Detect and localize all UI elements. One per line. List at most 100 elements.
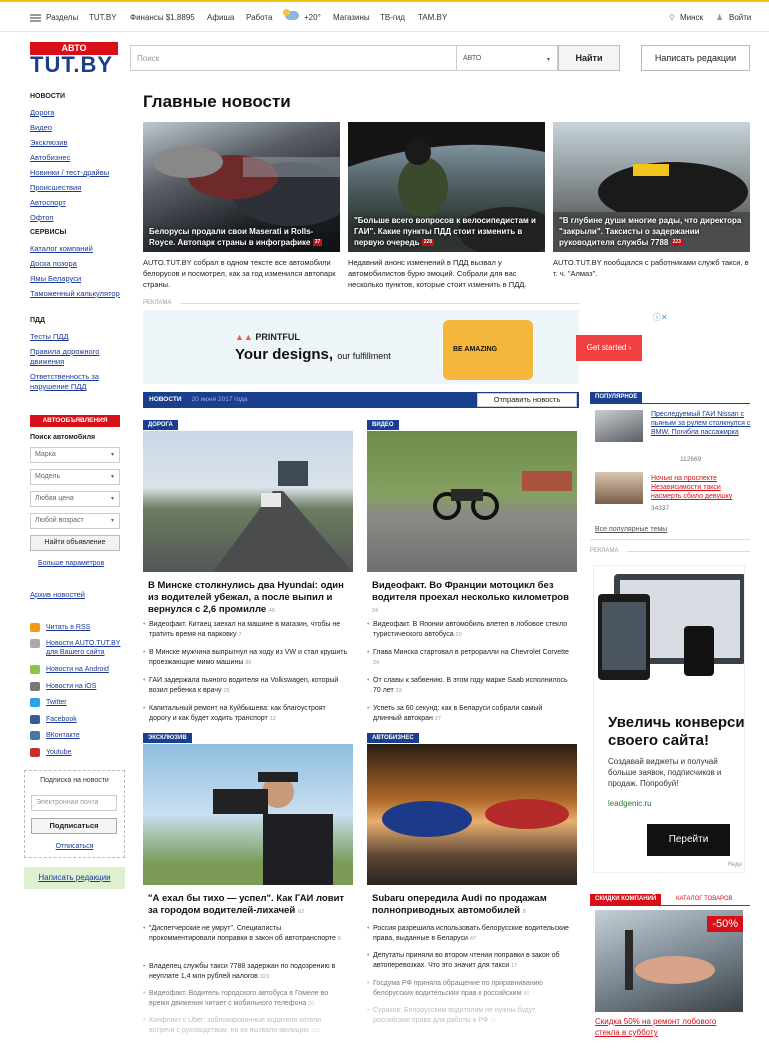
sidebar-item-offtop[interactable]: Офтоп [30,213,125,223]
list-item[interactable]: "Диспетчерские не умрут". Специалисты пр… [143,924,348,944]
ios-link[interactable]: Новости на iOS [30,682,126,691]
sidebar-item-motorsport[interactable]: Автоспорт [30,198,125,208]
sidebar-item-incidents[interactable]: Происшествия [30,183,125,193]
list-item[interactable]: Капитальный ремонт на Куйбышева: как бла… [143,704,348,724]
sidebar-item-autobusiness[interactable]: Автобизнес [30,153,125,163]
topbar-finance-link[interactable]: Финансы $1.8895 [130,13,195,22]
list-item[interactable]: Глава Минска стартовал в ретроралли на C… [367,648,572,668]
facebook-link[interactable]: Facebook [30,715,126,724]
topbar-sections-link[interactable]: Разделы [46,13,78,22]
rss-link[interactable]: Читать в RSS [30,623,126,632]
more-params-link[interactable]: Больше параметров [38,559,133,569]
write-editors-link[interactable]: Написать редакции [24,867,125,889]
list-item[interactable]: Владелец службы такси 7788 задержан по п… [143,962,348,982]
price-select[interactable]: Любая цена ▾ [30,491,120,507]
section-tag-video[interactable]: ВИДЕО [367,420,399,430]
sidebar-item-video[interactable]: Видео [30,123,125,133]
topbar-tutby-link[interactable]: TUT.BY [89,13,117,22]
sidebar-item-exclusive[interactable]: Эксклюзив [30,138,125,148]
topbar-tam-link[interactable]: TAM.BY [418,13,447,22]
section-road-image[interactable] [143,431,353,572]
widget-link[interactable]: Новости AUTO.TUT.BY для Вашего сайта [30,639,126,657]
section-road-title[interactable]: В Минске столкнулись два Hyundai: один и… [148,580,353,617]
section-tag-autobusiness[interactable]: АВТОБИЗНЕС [367,733,419,743]
list-item[interactable]: В Минске мужчина выпрыгнул на ходу из VW… [143,648,348,668]
list-item[interactable]: От славы к забвению. В этом году марке S… [367,676,572,696]
topbar-shops-link[interactable]: Магазины [333,13,370,22]
popular-2-link[interactable]: Ночью на проспекте Независимости такси н… [651,474,751,501]
menu-icon[interactable] [30,14,41,22]
list-item[interactable]: Россия разрешила использовать белорусски… [367,924,572,944]
section-tag-road[interactable]: ДОРОГА [143,420,178,430]
android-link[interactable]: Новости на Android [30,665,126,674]
news-archive-link[interactable]: Архив новостей [30,590,125,600]
ad-close-icon[interactable]: ⓘ✕ [653,312,668,323]
section-exclusive-image[interactable] [143,744,353,885]
logo-tutby[interactable]: TUT.BY [30,54,120,76]
list-item[interactable]: Видеофакт. Водитель городского автобуса … [143,989,348,1009]
topbar-work-link[interactable]: Работа [246,13,272,22]
popular-1-link[interactable]: Преследуемый ГАИ Nissan с пьяным за руле… [651,410,751,437]
discount-image[interactable]: -50% [595,910,743,1012]
topbar-city[interactable]: Минск [680,13,703,22]
list-item[interactable]: Успеть за 60 секунд: как в Беларуси собр… [367,704,572,724]
search-button[interactable]: Найти [558,45,620,71]
search-input[interactable]: Поиск [130,45,457,71]
subscribe-button[interactable]: Подписаться [31,818,117,834]
top-story-2[interactable]: "Больше всего вопросов к велосипедистам … [348,122,545,252]
section-autobusiness-title[interactable]: Subaru опередила Audi по продажам полноп… [372,893,577,918]
top-story-1[interactable]: Белорусы продали свои Maserati и Rolls-R… [143,122,340,252]
vk-link[interactable]: ВКонтакте [30,731,126,740]
find-ad-button[interactable]: Найти объявление [30,535,120,551]
topbar-weather[interactable]: +20° [304,13,321,22]
list-item[interactable]: Суриков: Белорусским водителям не нужны … [367,1006,572,1026]
youtube-link[interactable]: Youtube [30,748,126,757]
catalog-tag[interactable]: КАТАЛОГ ТОВАРОВ [676,894,733,905]
write-editors-button[interactable]: Написать редакции [641,45,750,71]
list-item-text: Депутаты приняли во втором чтении поправ… [373,952,560,969]
list-item[interactable]: Видеофакт. В Японии автомобиль влетел в … [367,620,572,640]
sidebar-item-potholes[interactable]: Ямы Беларуси [30,274,125,284]
section-video-image[interactable] [367,431,577,572]
top-story-3[interactable]: "В глубине души многие рады, что директо… [553,122,750,252]
popular-1-image[interactable] [595,410,643,442]
discount-link[interactable]: Скидка 50% на ремонт лобового стекла в с… [595,1016,743,1038]
make-select[interactable]: Марка ▾ [30,447,120,463]
sidebar-item-road[interactable]: Дорога [30,108,125,118]
topbar-login[interactable]: Войти [729,13,751,22]
section-tag-exclusive[interactable]: ЭКСКЛЮЗИВ [143,733,192,743]
list-item[interactable]: ГАИ задержала пьяного водителя на Volksw… [143,676,348,696]
section-autobusiness-image[interactable] [367,744,577,885]
sidebar-item-traffic-rules[interactable]: Правила дорожного движения [30,347,125,367]
comment-count: 12 [269,715,276,722]
all-popular-link[interactable]: Все популярные темы [595,526,667,533]
ad-link[interactable]: leadgenic.ru [608,799,652,808]
sidebar-item-responsibility[interactable]: Ответственность за нарушение ПДД [30,372,125,392]
sidebar-item-customs-calc[interactable]: Таможенный калькулятор [30,289,125,299]
list-item[interactable]: Госдума РФ приняла обращение по приравни… [367,979,572,999]
age-select[interactable]: Любой возраст ▾ [30,513,120,529]
section-video-title[interactable]: Видеофакт. Во Франции мотоцикл без водит… [372,580,577,617]
send-news-button[interactable]: Отправить новость [477,393,577,407]
list-item[interactable]: Депутаты приняли во втором чтении поправ… [367,951,572,971]
ad-go-button[interactable]: Перейти [647,824,730,856]
sidebar-item-pdd-tests[interactable]: Тесты ПДД [30,332,125,342]
printful-ad-banner[interactable]: ▲▲ PRINTFUL Your designs, our fulfillmen… [143,310,668,384]
unsubscribe-link[interactable]: Отписаться [24,843,125,850]
list-item[interactable]: Конфликт с Uber: заблокированные водител… [143,1016,348,1036]
model-select[interactable]: Модель ▾ [30,469,120,485]
search-scope-select[interactable]: АВТО ▾ [457,45,558,71]
twitter-link[interactable]: Twitter [30,698,126,707]
popular-2-image[interactable] [595,472,643,504]
sidebar-item-new-cars[interactable]: Новинки / тест-драйвы [30,168,125,178]
topbar-afisha-link[interactable]: Афиша [207,13,234,22]
subscribe-email-input[interactable]: Электронная почта [31,795,117,811]
ad-get-started-button[interactable]: Get started › [576,335,642,361]
sidebar-item-shame-board[interactable]: Доска позора [30,259,125,269]
discounts-tag[interactable]: СКИДКИ КОМПАНИЙ [590,894,662,905]
leadgenic-ad[interactable]: Увеличь конверсию своего сайта! Создавай… [593,565,745,873]
list-item[interactable]: Видеофакт. Китаец заехал на машине в маг… [143,620,348,640]
topbar-tv-link[interactable]: ТВ-гид [380,13,405,22]
section-exclusive-title[interactable]: "А ехал бы тихо — успел". Как ГАИ ловит … [148,893,353,918]
sidebar-item-catalog[interactable]: Каталог компаний [30,244,125,254]
